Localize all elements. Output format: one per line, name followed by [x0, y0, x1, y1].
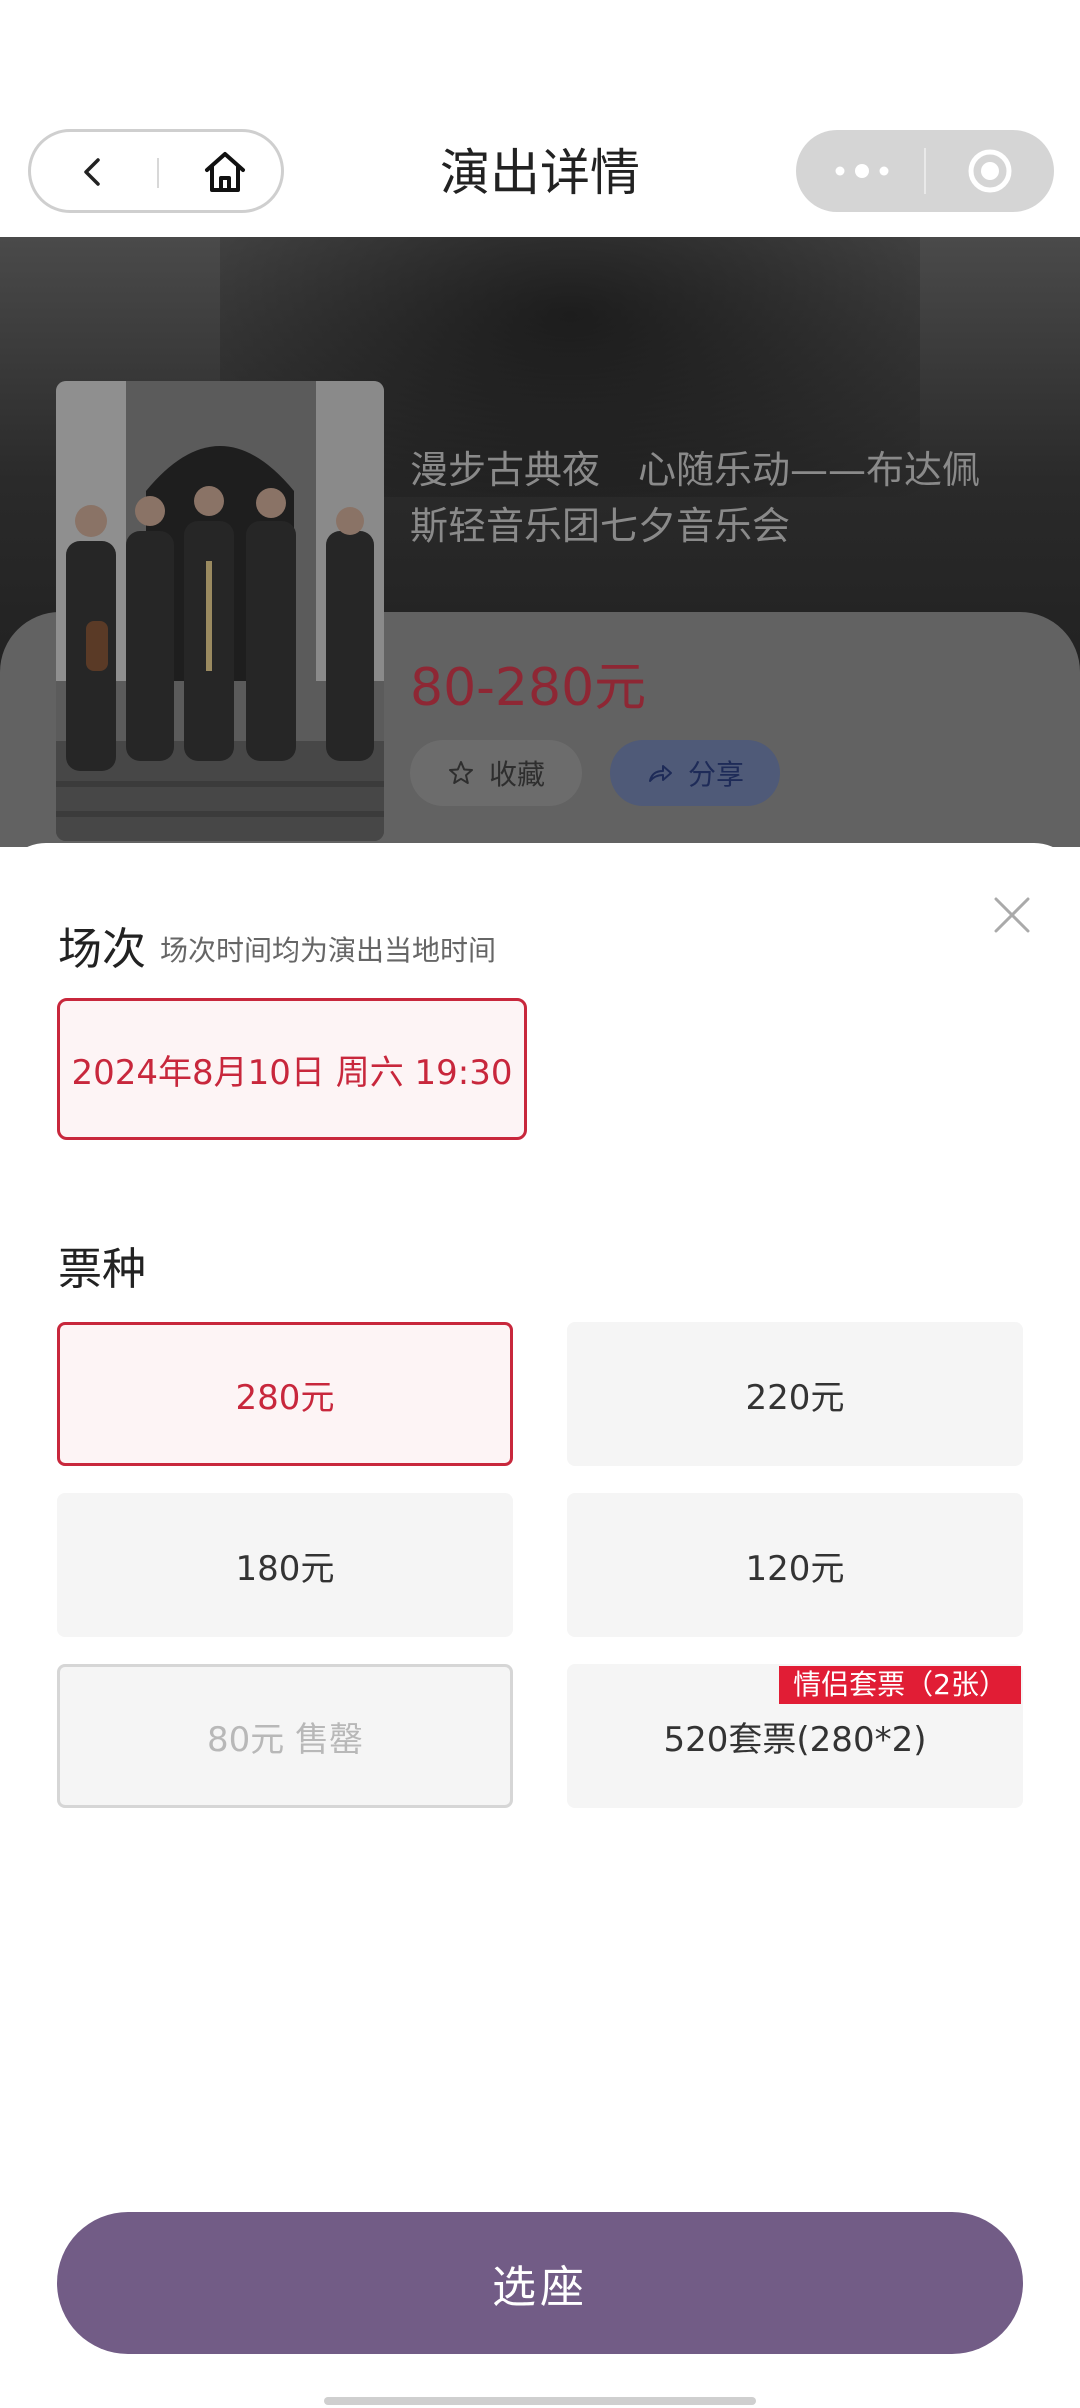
ticket-option-label: 180元 [235, 1548, 335, 1589]
share-label: 分享 [687, 758, 744, 791]
ticket-option-280[interactable]: 280元 [57, 1322, 513, 1466]
home-indicator [324, 2397, 756, 2405]
ticket-sheet: 场次 场次时间均为演出当地时间 2024年8月10日 周六 19:30 票种 2… [0, 843, 1080, 2408]
nav-bar: 演出详情 [0, 120, 1080, 237]
couple-package-badge: 情侣套票（2张） [779, 1666, 1021, 1704]
show-price: 80-280元 [410, 658, 647, 718]
close-icon[interactable] [990, 893, 1034, 937]
favorite-label: 收藏 [488, 758, 545, 791]
session-option-label: 2024年8月10日 周六 19:30 [71, 1052, 513, 1093]
ticket-title: 票种 [58, 1244, 146, 1295]
ticket-option-label: 520套票(280*2) [663, 1719, 927, 1760]
favorite-button[interactable]: 收藏 [410, 740, 582, 806]
ticket-option-label: 280元 [235, 1377, 335, 1418]
select-seat-button[interactable]: 选座 [57, 2212, 1023, 2354]
select-seat-label: 选座 [492, 2262, 588, 2313]
session-title: 场次 [58, 924, 146, 975]
ticket-option-label: 220元 [745, 1377, 845, 1418]
ticket-option-label: 80元 售罄 [206, 1719, 364, 1760]
star-icon [448, 761, 473, 784]
ticket-option-label: 120元 [745, 1548, 845, 1589]
ticket-option-180[interactable]: 180元 [57, 1493, 513, 1637]
session-note: 场次时间均为演出当地时间 [160, 934, 497, 967]
show-title: 漫步古典夜 心随乐动——布达佩斯轻音乐团七夕音乐会 [410, 448, 981, 548]
share-icon [648, 765, 672, 782]
ticket-option-80-soldout: 80元 售罄 [57, 1664, 513, 1808]
capsule-divider [924, 148, 926, 194]
nav-capsule-right [796, 130, 1054, 212]
target-icon[interactable] [966, 147, 1014, 195]
status-bar [0, 0, 1080, 120]
ticket-option-220[interactable]: 220元 [567, 1322, 1023, 1466]
show-poster [56, 381, 384, 841]
share-button[interactable]: 分享 [610, 740, 780, 806]
show-hero: 漫步古典夜 心随乐动——布达佩斯轻音乐团七夕音乐会 80-280元 收藏 分享 [0, 237, 1080, 847]
session-option[interactable]: 2024年8月10日 周六 19:30 [57, 998, 527, 1140]
ticket-option-120[interactable]: 120元 [567, 1493, 1023, 1637]
ticket-option-520-package[interactable]: 情侣套票（2张） 520套票(280*2) [567, 1664, 1023, 1808]
more-icon[interactable] [832, 160, 892, 182]
